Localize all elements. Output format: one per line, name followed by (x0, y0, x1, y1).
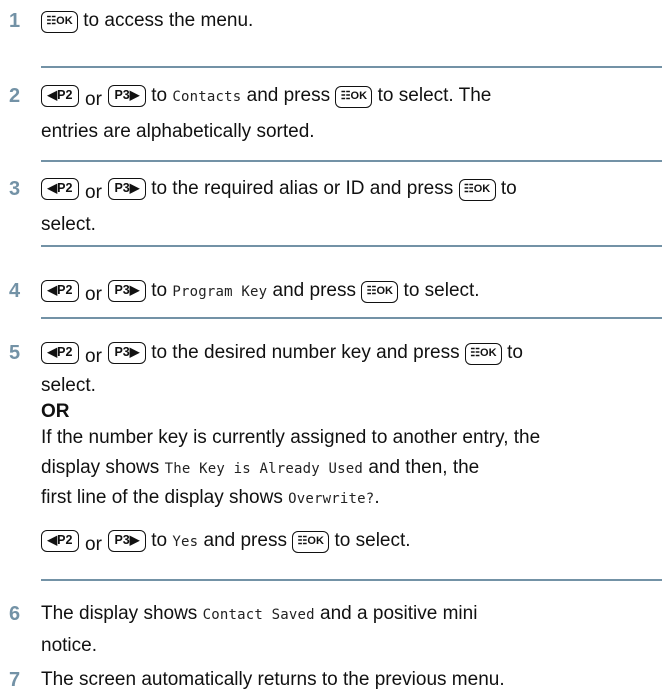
step-text: to access the menu. (83, 10, 254, 31)
p3-right-key-icon: P3▶ (107, 178, 146, 200)
p2-left-key-icon: ◀P2 (41, 85, 79, 107)
separator (41, 317, 662, 319)
display-text: Contacts (172, 89, 242, 105)
ok-menu-key-icon: ☷OK (464, 343, 502, 365)
ok-menu-key-icon: ☷OK (361, 281, 399, 303)
display-text: Program Key (172, 284, 268, 300)
ok-menu-key-icon: ☷OK (335, 86, 373, 108)
step-number: 5 (9, 342, 21, 364)
p3-right-key-icon: P3▶ (107, 280, 146, 302)
p2-left-key-icon: ◀P2 (41, 178, 79, 200)
display-text: Contact Saved (202, 607, 315, 623)
step-number: 1 (9, 10, 21, 32)
step-number: 6 (9, 603, 21, 625)
separator (41, 579, 662, 581)
display-text: The Key is Already Used (164, 461, 364, 477)
p3-right-key-icon: P3▶ (107, 342, 146, 364)
p3-right-key-icon: P3▶ (107, 530, 146, 552)
separator (41, 160, 662, 162)
step-text: The screen automatically returns to the … (41, 669, 505, 690)
separator (41, 245, 662, 247)
step-number: 7 (9, 669, 21, 691)
p3-right-key-icon: P3▶ (107, 85, 146, 107)
p2-left-key-icon: ◀P2 (41, 530, 79, 552)
ok-menu-key-icon: ☷OK (458, 179, 496, 201)
step-number: 4 (9, 280, 21, 302)
ok-menu-key-icon: ☷OK (292, 531, 330, 553)
or-label: OR (41, 401, 70, 422)
step-number: 3 (9, 178, 21, 200)
ok-menu-key-icon: ☷OK (41, 11, 78, 33)
display-text: Overwrite? (288, 491, 375, 507)
separator (41, 66, 662, 68)
step-number: 2 (9, 85, 21, 107)
p2-left-key-icon: ◀P2 (41, 280, 79, 302)
p2-left-key-icon: ◀P2 (41, 342, 79, 364)
display-text: Yes (172, 534, 199, 550)
